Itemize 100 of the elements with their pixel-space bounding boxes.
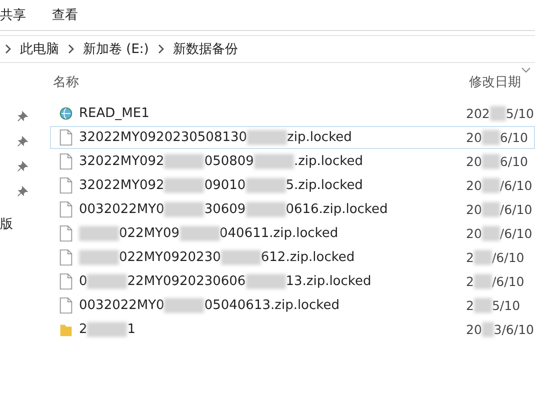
file-row[interactable]: 022MY09 040611.zip.locked 20 /6/10 (50, 222, 535, 245)
file-icon (59, 153, 73, 170)
modified-date: /6/10 (492, 274, 524, 289)
redaction-blur (482, 202, 500, 217)
column-header[interactable]: 名称 (53, 73, 79, 91)
file-icon (59, 201, 73, 218)
modified-date: 6/10 (500, 154, 528, 169)
file-name: READ_ME1 (79, 106, 150, 121)
modified-date: 20 (466, 154, 482, 169)
redaction-blur (180, 226, 220, 241)
redaction-blur (87, 274, 128, 289)
globe-document-icon (59, 105, 73, 122)
file-name: 0 (79, 274, 88, 289)
file-row[interactable]: 32022MY092 09010 5.zip.locked 20 /6/10 (50, 174, 535, 197)
redaction-blur (164, 202, 204, 217)
modified-date: 20 (466, 226, 482, 241)
redaction-blur (220, 250, 261, 265)
file-name: zip.locked (287, 130, 352, 145)
file-name: 022MY0920230 (119, 250, 221, 265)
file-name: 05040613.zip.locked (204, 298, 340, 313)
file-icon (59, 225, 73, 242)
file-name: 32022MY092 (79, 154, 164, 169)
redaction-blur (164, 154, 204, 169)
redaction-blur (482, 178, 500, 193)
ribbon-tab[interactable]: 查看 (52, 4, 78, 26)
modified-date: /6/10 (500, 226, 532, 241)
file-row[interactable]: 32022MY092 050809 .zip.locked 20 6/10 (50, 150, 535, 173)
file-name: 050809 (204, 154, 254, 169)
file-name: 022MY09 (119, 226, 180, 241)
modified-date: 2 (466, 250, 474, 265)
file-name: 0032022MY0 (79, 298, 164, 313)
pin-icon[interactable] (17, 161, 28, 172)
file-name: 0616.zip.locked (286, 202, 388, 217)
sort-caret-icon[interactable] (521, 67, 531, 73)
redaction-blur (482, 322, 494, 337)
redaction-blur (254, 154, 294, 169)
address-bar[interactable]: 此电脑 新加卷 (E:) 新数据备份 (0, 35, 535, 63)
modified-date: 202 (466, 106, 490, 121)
breadcrumb-item[interactable]: 新加卷 (E:) (83, 40, 149, 58)
nav-item[interactable]: 版 (0, 215, 45, 233)
modified-date: 2 (466, 274, 474, 289)
modified-date: 3/6/10 (494, 322, 534, 337)
file-icon (59, 273, 73, 290)
redaction-blur (482, 154, 500, 169)
redaction-blur (482, 226, 500, 241)
chevron-icon[interactable] (158, 44, 164, 54)
redaction-blur (246, 178, 286, 193)
modified-date: /6/10 (500, 202, 532, 217)
chevron-icon[interactable] (68, 44, 74, 54)
redaction-blur (247, 130, 288, 145)
file-icon (59, 129, 73, 146)
file-name: 32022MY0920230508130 (79, 130, 248, 145)
file-name: 5.zip.locked (286, 178, 363, 193)
file-name: 040611.zip.locked (220, 226, 338, 241)
file-row[interactable]: 2 1 20 3/6/10 (50, 318, 535, 341)
file-name: 0032022MY0 (79, 202, 164, 217)
redaction-blur (474, 274, 492, 289)
chevron-icon[interactable] (5, 44, 11, 54)
file-row[interactable]: READ_ME1 202 5/10 (50, 102, 535, 125)
file-name: 22MY0920230606 (127, 274, 246, 289)
file-row[interactable]: 32022MY0920230508130 zip.locked 20 6/10 (50, 126, 535, 149)
file-row[interactable]: 0032022MY0 05040613.zip.locked 2 5/10 (50, 294, 535, 317)
breadcrumb-item[interactable]: 新数据备份 (172, 40, 238, 58)
redaction-blur (474, 250, 492, 265)
file-name: 2 (79, 322, 88, 337)
modified-date: 20 (466, 178, 482, 193)
modified-date: 20 (466, 202, 482, 217)
modified-date: 20 (466, 130, 482, 145)
redaction-blur (246, 202, 286, 217)
column-header[interactable]: 修改日期 (469, 73, 535, 91)
modified-date: /6/10 (492, 250, 524, 265)
modified-date: 6/10 (500, 130, 528, 145)
file-name: 30609 (204, 202, 246, 217)
file-icon (59, 297, 73, 314)
redaction-blur (164, 298, 204, 313)
modified-date: 5/10 (492, 298, 520, 313)
file-row[interactable]: 0 22MY0920230606 13.zip.locked 2 /6/10 (50, 270, 535, 293)
breadcrumb-item[interactable]: 此电脑 (20, 40, 59, 58)
file-name: 13.zip.locked (286, 274, 372, 289)
ribbon-tab[interactable]: 共享 (0, 4, 26, 26)
redaction-blur (490, 106, 506, 121)
file-row[interactable]: 022MY0920230 612.zip.locked 2 /6/10 (50, 246, 535, 269)
pin-icon[interactable] (17, 136, 28, 147)
modified-date: /6/10 (500, 178, 532, 193)
file-icon (59, 249, 73, 266)
redaction-blur (474, 298, 492, 313)
pin-icon[interactable] (17, 186, 28, 197)
redaction-blur (79, 250, 119, 265)
redaction-blur (164, 178, 204, 193)
redaction-blur (246, 274, 286, 289)
file-icon (59, 177, 73, 194)
file-name: .zip.locked (294, 154, 363, 169)
redaction-blur (79, 226, 119, 241)
redaction-blur (87, 322, 128, 337)
modified-date: 20 (466, 322, 482, 337)
modified-date: 5/10 (506, 106, 534, 121)
redaction-blur (482, 130, 500, 145)
file-row[interactable]: 0032022MY0 30609 0616.zip.locked 20 /6/10 (50, 198, 535, 221)
pin-icon[interactable] (17, 111, 28, 122)
file-name: 612.zip.locked (260, 250, 355, 265)
